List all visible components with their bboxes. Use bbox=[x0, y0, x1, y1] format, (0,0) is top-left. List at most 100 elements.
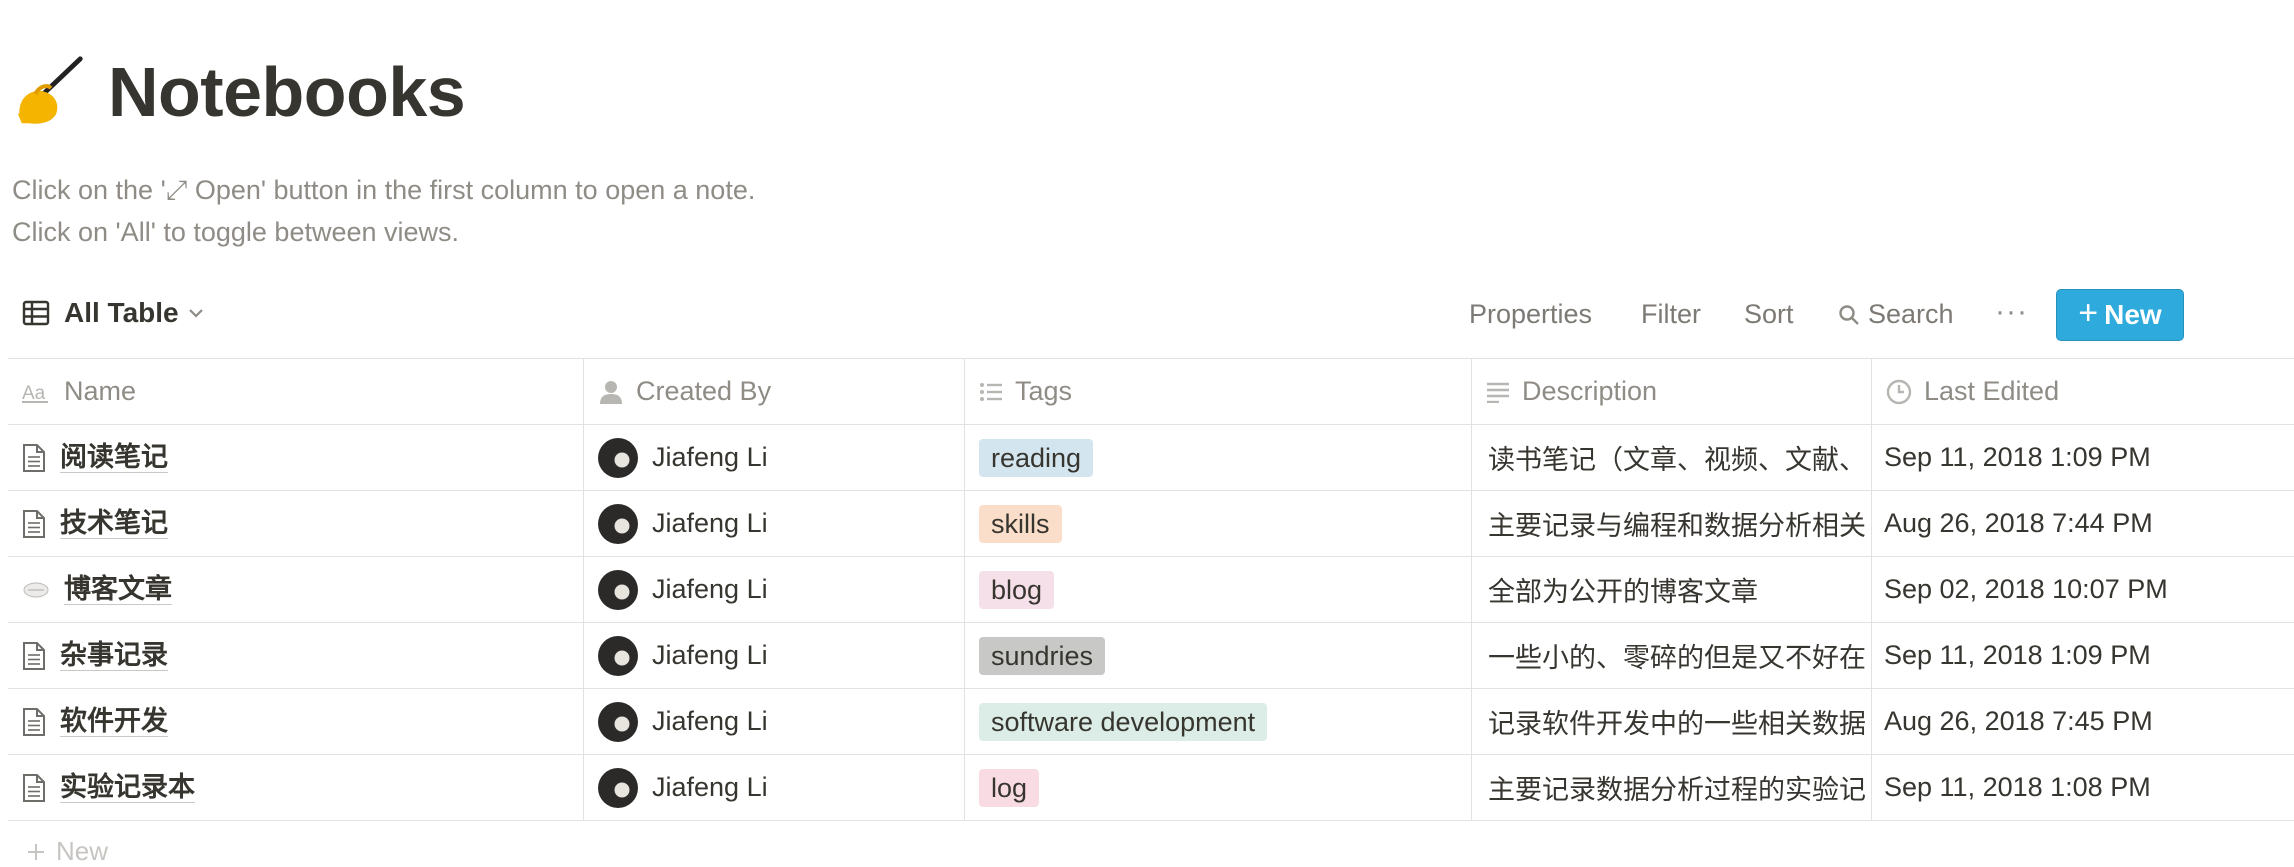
sort-button[interactable]: Sort bbox=[1744, 299, 1794, 330]
writing-hand-emoji-icon bbox=[17, 56, 83, 124]
filter-button[interactable]: Filter bbox=[1641, 299, 1701, 330]
column-header-last-edited[interactable]: Last Edited bbox=[1872, 359, 2294, 424]
last-edited-text: Aug 26, 2018 7:44 PM bbox=[1884, 508, 2153, 538]
properties-button[interactable]: Properties bbox=[1469, 299, 1592, 330]
document-icon bbox=[23, 509, 45, 538]
avatar bbox=[598, 503, 638, 544]
last-edited-cell: Sep 11, 2018 1:08 PM bbox=[1872, 755, 2294, 820]
table-row[interactable]: 杂事记录 Jiafeng Li sundries 一些小的、零碎的但是又不好在 … bbox=[8, 623, 2294, 689]
database-table: Aa Name Created By Tags Description Last… bbox=[8, 358, 2294, 821]
created-by-cell: Jiafeng Li bbox=[584, 689, 965, 754]
note-title[interactable]: 软件开发 bbox=[60, 706, 168, 737]
note-title[interactable]: 杂事记录 bbox=[60, 640, 168, 671]
new-button-label: New bbox=[2104, 299, 2162, 330]
add-row-button[interactable]: New bbox=[26, 836, 108, 867]
table-row[interactable]: 实验记录本 Jiafeng Li log 主要记录数据分析过程的实验记 Sep … bbox=[8, 755, 2294, 821]
last-edited-cell: Sep 11, 2018 1:09 PM bbox=[1872, 425, 2294, 490]
avatar bbox=[598, 701, 638, 742]
last-edited-text: Sep 02, 2018 10:07 PM bbox=[1884, 574, 2168, 604]
name-cell[interactable]: 软件开发 bbox=[8, 689, 584, 754]
creator-name: Jiafeng Li bbox=[652, 442, 768, 472]
table-header-row: Aa Name Created By Tags Description Last… bbox=[8, 359, 2294, 425]
name-cell[interactable]: 实验记录本 bbox=[8, 755, 584, 820]
description-cell[interactable]: 读书笔记（文章、视频、文献、 bbox=[1472, 425, 1872, 490]
document-icon bbox=[23, 773, 45, 802]
created-by-cell: Jiafeng Li bbox=[584, 425, 965, 490]
created-by-cell: Jiafeng Li bbox=[584, 491, 965, 556]
created-by-cell: Jiafeng Li bbox=[584, 755, 965, 820]
search-label: Search bbox=[1868, 299, 1954, 329]
table-row[interactable]: 软件开发 Jiafeng Li software development 记录软… bbox=[8, 689, 2294, 755]
tags-cell[interactable]: sundries bbox=[965, 623, 1472, 688]
column-header-label: Tags bbox=[1015, 376, 1073, 406]
note-title[interactable]: 博客文章 bbox=[64, 574, 172, 605]
column-header-label: Description bbox=[1522, 376, 1658, 406]
name-cell[interactable]: 杂事记录 bbox=[8, 623, 584, 688]
creator-name: Jiafeng Li bbox=[652, 508, 768, 538]
description-cell[interactable]: 全部为公开的博客文章 bbox=[1472, 557, 1872, 622]
name-cell[interactable]: 技术笔记 bbox=[8, 491, 584, 556]
tags-cell[interactable]: skills bbox=[965, 491, 1472, 556]
tags-cell[interactable]: reading bbox=[965, 425, 1472, 490]
creator-name: Jiafeng Li bbox=[652, 706, 768, 736]
avatar bbox=[598, 437, 638, 478]
last-edited-cell: Sep 11, 2018 1:09 PM bbox=[1872, 623, 2294, 688]
avatar bbox=[598, 767, 638, 808]
last-edited-text: Aug 26, 2018 7:45 PM bbox=[1884, 706, 2153, 736]
new-button[interactable]: + New bbox=[2056, 289, 2184, 341]
last-edited-text: Sep 11, 2018 1:09 PM bbox=[1884, 640, 2151, 670]
last-edited-text: Sep 11, 2018 1:09 PM bbox=[1884, 442, 2151, 472]
creator-name: Jiafeng Li bbox=[652, 640, 768, 670]
plus-icon bbox=[28, 843, 44, 860]
tag-badge: software development bbox=[979, 702, 1268, 741]
created-by-cell: Jiafeng Li bbox=[584, 557, 965, 622]
tags-cell[interactable]: log bbox=[965, 755, 1472, 820]
svg-text:Aa: Aa bbox=[22, 383, 46, 403]
view-switcher[interactable]: All Table bbox=[22, 297, 205, 329]
column-header-label: Name bbox=[64, 376, 137, 406]
table-row[interactable]: 技术笔记 Jiafeng Li skills 主要记录与编程和数据分析相关 Au… bbox=[8, 491, 2294, 557]
last-edited-cell: Aug 26, 2018 7:45 PM bbox=[1872, 689, 2294, 754]
database-toolbar: All Table Properties Filter Sort Search … bbox=[0, 285, 2294, 345]
more-options-button[interactable]: ··· bbox=[1995, 295, 2028, 329]
document-icon bbox=[23, 707, 45, 736]
table-body: 阅读笔记 Jiafeng Li reading 读书笔记（文章、视频、文献、 S… bbox=[8, 425, 2294, 821]
page-description-line-1: Click on the '⤢ Open' button in the firs… bbox=[12, 175, 756, 205]
table-row[interactable]: 博客文章 Jiafeng Li blog 全部为公开的博客文章 Sep 02, … bbox=[8, 557, 2294, 623]
column-header-label: Last Edited bbox=[1924, 376, 2060, 406]
text-lines-icon bbox=[1487, 382, 1509, 403]
table-row[interactable]: 阅读笔记 Jiafeng Li reading 读书笔记（文章、视频、文献、 S… bbox=[8, 425, 2294, 491]
name-cell[interactable]: 阅读笔记 bbox=[8, 425, 584, 490]
chevron-down-icon bbox=[188, 309, 203, 318]
tag-badge: skills bbox=[979, 504, 1062, 543]
tags-cell[interactable]: blog bbox=[965, 557, 1472, 622]
note-title[interactable]: 技术笔记 bbox=[60, 508, 168, 539]
column-header-label: Created By bbox=[636, 376, 772, 406]
tag-badge: blog bbox=[979, 570, 1055, 609]
column-header-tags[interactable]: Tags bbox=[965, 359, 1472, 424]
clock-icon bbox=[1886, 379, 1912, 404]
search-button[interactable]: Search bbox=[1838, 299, 1954, 330]
description-cell[interactable]: 记录软件开发中的一些相关数据 bbox=[1472, 689, 1872, 754]
creator-name: Jiafeng Li bbox=[652, 574, 768, 604]
description-text: 读书笔记（文章、视频、文献、 bbox=[1488, 445, 1866, 475]
text-aa-icon: Aa bbox=[22, 383, 48, 403]
creator-name: Jiafeng Li bbox=[652, 772, 768, 802]
document-icon bbox=[23, 641, 45, 670]
column-header-description[interactable]: Description bbox=[1472, 359, 1872, 424]
blog-image-icon bbox=[23, 582, 49, 597]
description-cell[interactable]: 一些小的、零碎的但是又不好在 bbox=[1472, 623, 1872, 688]
column-header-name[interactable]: Aa Name bbox=[8, 359, 584, 424]
plus-icon: + bbox=[2078, 294, 2099, 332]
name-cell[interactable]: 博客文章 bbox=[8, 557, 584, 622]
column-header-created-by[interactable]: Created By bbox=[584, 359, 965, 424]
description-cell[interactable]: 主要记录数据分析过程的实验记 bbox=[1472, 755, 1872, 820]
view-switcher-label: All Table bbox=[64, 297, 179, 328]
description-text: 主要记录数据分析过程的实验记 bbox=[1488, 775, 1866, 805]
description-cell[interactable]: 主要记录与编程和数据分析相关 bbox=[1472, 491, 1872, 556]
note-title[interactable]: 实验记录本 bbox=[60, 772, 195, 803]
tags-cell[interactable]: software development bbox=[965, 689, 1472, 754]
last-edited-cell: Aug 26, 2018 7:44 PM bbox=[1872, 491, 2294, 556]
table-icon bbox=[22, 300, 50, 326]
note-title[interactable]: 阅读笔记 bbox=[60, 442, 168, 473]
